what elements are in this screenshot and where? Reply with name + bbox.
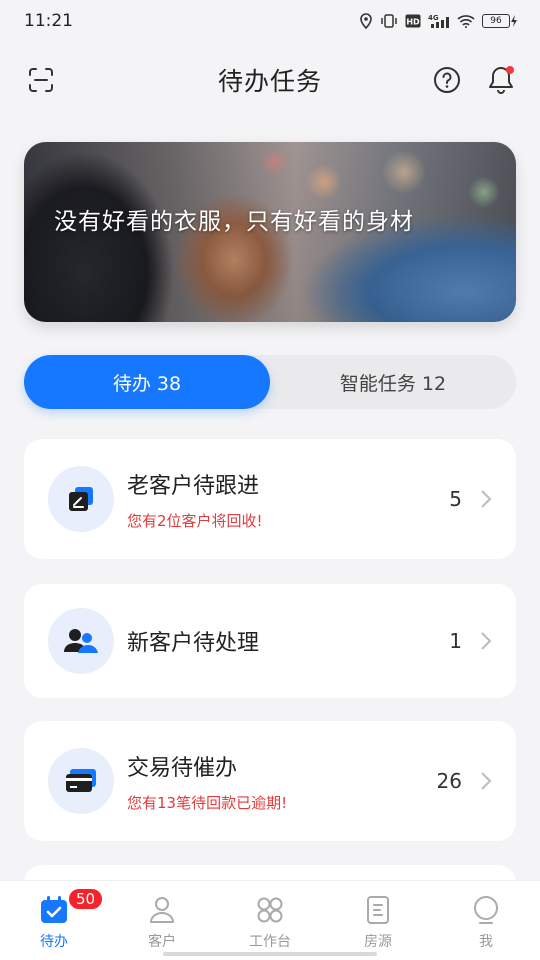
hd-icon: HD (405, 14, 421, 28)
tabbar-item-listings[interactable]: 房源 (324, 881, 432, 960)
location-icon (359, 13, 373, 29)
chevron-right-icon (481, 632, 492, 650)
signal-4g-icon: 4G (428, 13, 450, 29)
status-icons: HD 4G 96 (359, 13, 518, 29)
tabbar-item-workbench[interactable]: 工作台 (216, 881, 324, 960)
battery-level: 96 (482, 14, 510, 28)
bottom-tab-bar: 待办 50 客户 工作台 房源 我 (0, 880, 540, 960)
chevron-right-icon (481, 772, 492, 790)
tabbar-label: 工作台 (249, 934, 291, 950)
wifi-icon (457, 14, 475, 28)
notification-bell-icon[interactable] (486, 64, 516, 96)
home-indicator[interactable] (163, 952, 377, 956)
chevron-right-icon (481, 490, 492, 508)
tabbar-label: 房源 (364, 934, 392, 950)
task-card-transactions[interactable]: 交易待催办 您有13笔待回款已逾期! 26 (24, 721, 516, 841)
calendar-check-icon (41, 896, 67, 923)
help-icon[interactable] (432, 65, 462, 95)
task-title: 老客户待跟进 (127, 473, 260, 499)
task-card-old-clients[interactable]: 老客户待跟进 您有2位客户将回收! 5 (24, 439, 516, 559)
task-alert: 您有2位客户将回收! (127, 511, 263, 530)
tabbar-item-clients[interactable]: 客户 (108, 881, 216, 960)
task-card-new-clients[interactable]: 新客户待处理 1 (24, 584, 516, 698)
page-title: 待办任务 (217, 67, 322, 96)
todo-badge: 50 (67, 887, 105, 911)
scan-icon[interactable] (26, 65, 56, 95)
status-time: 11:21 (24, 11, 73, 31)
card-icon (48, 748, 114, 814)
tabbar-label: 待办 (40, 934, 68, 950)
status-bar: 11:21 HD 4G 96 (0, 0, 540, 42)
task-title: 新客户待处理 (127, 631, 260, 656)
task-tabs: 待办 38 智能任务 12 (24, 355, 516, 409)
tabbar-item-todo[interactable]: 待办 50 (0, 881, 108, 960)
tabbar-label: 我 (479, 934, 493, 950)
promo-banner[interactable]: 没有好看的衣服，只有好看的身材 (24, 142, 516, 322)
task-count: 26 (436, 769, 462, 793)
vibrate-icon (380, 14, 398, 28)
svg-text:4G: 4G (428, 14, 439, 22)
tab-todo[interactable]: 待办 38 (24, 355, 270, 409)
page-header: 待办任务 (0, 52, 540, 108)
tabbar-item-me[interactable]: 我 (432, 881, 540, 960)
task-count: 5 (449, 487, 462, 511)
users-icon (48, 608, 114, 674)
tab-smart-tasks[interactable]: 智能任务 12 (270, 355, 516, 409)
profile-icon (474, 896, 498, 924)
document-icon (367, 896, 389, 924)
task-count: 1 (449, 629, 462, 653)
task-alert: 您有13笔待回款已逾期! (127, 793, 288, 812)
tabbar-label: 客户 (148, 934, 176, 950)
grid-icon (257, 897, 283, 923)
battery-icon: 96 (482, 14, 518, 28)
edit-note-icon (48, 466, 114, 532)
svg-text:HD: HD (406, 18, 420, 27)
banner-slogan: 没有好看的衣服，只有好看的身材 (54, 209, 414, 235)
person-icon (150, 897, 174, 923)
notification-dot (506, 66, 514, 74)
task-title: 交易待催办 (127, 755, 238, 781)
